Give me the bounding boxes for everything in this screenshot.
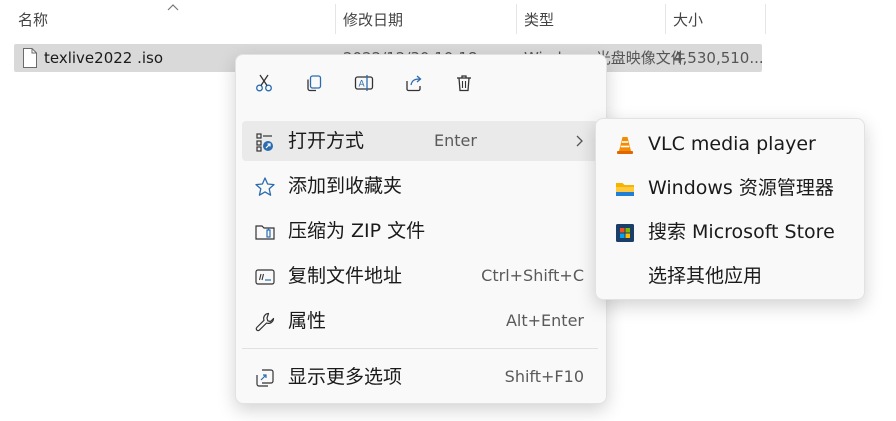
vlc-icon (617, 137, 633, 154)
column-divider[interactable] (765, 4, 766, 34)
delete-button[interactable] (446, 67, 482, 99)
column-divider[interactable] (516, 4, 517, 34)
menu-item-label: 属性 (288, 310, 327, 332)
cut-icon (256, 74, 272, 92)
submenu-item-explorer[interactable]: Windows 资源管理器 (602, 168, 858, 208)
menu-item-add-to-favorites[interactable]: 添加到收藏夹 (242, 166, 598, 206)
open-with-icon (256, 133, 273, 152)
chevron-right-icon (576, 135, 583, 147)
menu-item-label: 复制文件地址 (288, 265, 403, 287)
submenu-item-store[interactable]: 搜索 Microsoft Store (602, 212, 858, 252)
column-divider[interactable] (335, 4, 336, 34)
submenu-item-label: 搜索 Microsoft Store (648, 221, 835, 243)
menu-item-copy-path[interactable]: 复制文件地址 Ctrl+Shift+C (242, 256, 598, 296)
column-modified-header[interactable]: 修改日期 (337, 0, 513, 40)
file-size: 4,530,510... (673, 49, 764, 67)
column-header: 名称 修改日期 类型 大小 (0, 0, 896, 40)
context-menu: A 打开方式 Enter 添加到收藏夹 压缩为 ZIP 文件 复制文件地址 Ct… (235, 54, 607, 404)
share-button[interactable] (396, 67, 432, 99)
menu-item-open-with[interactable]: 打开方式 Enter (242, 121, 598, 161)
file-icon (23, 48, 37, 68)
cut-button[interactable] (246, 67, 282, 99)
copy-button[interactable] (296, 67, 332, 99)
submenu-item-vlc[interactable]: VLC media player (602, 124, 858, 164)
wrench-icon (255, 312, 275, 332)
menu-item-label: 添加到收藏夹 (288, 175, 403, 197)
submenu-item-label: 选择其他应用 (648, 265, 763, 287)
rename-button[interactable]: A (346, 67, 382, 99)
menu-item-show-more-options[interactable]: 显示更多选项 Shift+F10 (242, 357, 598, 397)
svg-text:A: A (359, 80, 366, 90)
zip-folder-icon (255, 225, 275, 240)
column-size-header[interactable]: 大小 (667, 0, 765, 40)
menu-item-label: 压缩为 ZIP 文件 (288, 220, 426, 242)
submenu-item-choose-other[interactable]: 选择其他应用 (602, 256, 858, 296)
column-type-label: 类型 (524, 11, 555, 29)
open-with-submenu: VLC media player Windows 资源管理器 搜索 Micros… (595, 118, 865, 300)
column-type-header[interactable]: 类型 (518, 0, 664, 40)
column-divider[interactable] (665, 4, 666, 34)
share-icon (406, 75, 422, 92)
menu-item-properties[interactable]: 属性 Alt+Enter (242, 301, 598, 341)
menu-item-compress-zip[interactable]: 压缩为 ZIP 文件 (242, 211, 598, 251)
explorer-folder-icon (616, 183, 634, 196)
more-options-icon (256, 369, 274, 387)
menu-divider (242, 348, 598, 349)
column-name-label: 名称 (18, 11, 49, 29)
copy-path-icon (255, 269, 275, 285)
column-modified-label: 修改日期 (343, 11, 404, 29)
star-icon (255, 177, 275, 196)
submenu-item-label: Windows 资源管理器 (648, 177, 834, 199)
rename-icon: A (354, 75, 374, 91)
menu-item-label: 打开方式 (288, 130, 365, 152)
menu-item-shortcut: Ctrl+Shift+C (481, 266, 584, 285)
file-name[interactable]: texlive2022 .iso (44, 44, 163, 72)
store-icon (616, 224, 634, 242)
column-size-label: 大小 (673, 11, 704, 29)
copy-icon (307, 75, 322, 92)
submenu-item-label: VLC media player (648, 133, 816, 155)
menu-item-shortcut: Enter (434, 131, 477, 150)
sort-ascending-icon (167, 4, 179, 11)
delete-icon (457, 75, 471, 92)
menu-item-label: 显示更多选项 (288, 366, 403, 388)
menu-item-shortcut: Shift+F10 (504, 367, 584, 386)
menu-item-shortcut: Alt+Enter (505, 311, 584, 330)
